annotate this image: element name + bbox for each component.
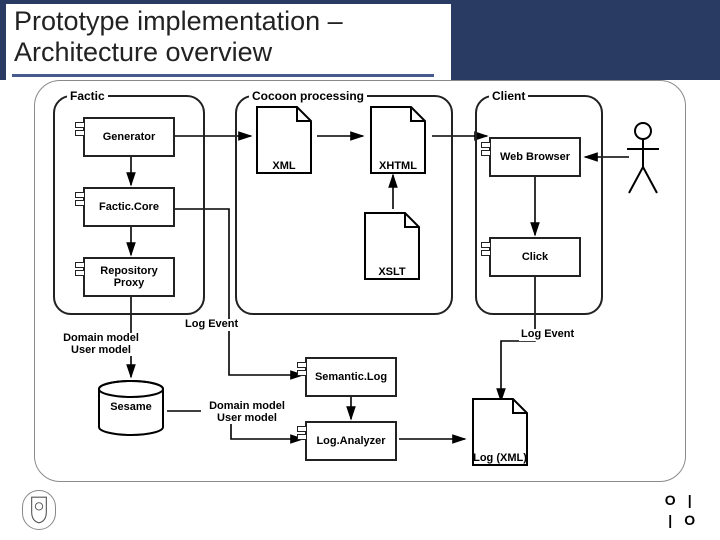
glyph-o2: O: [682, 512, 699, 529]
glyph-o1: O: [662, 492, 679, 509]
component-repoproxy-label: Repository Proxy: [87, 265, 171, 289]
component-webbrowser-label: Web Browser: [500, 151, 570, 163]
component-loganalyzer-label: Log.Analyzer: [316, 435, 385, 447]
glyph-bar2: |: [662, 512, 679, 529]
label-logevent-2: Log Event: [519, 329, 576, 341]
doc-xml: XML: [253, 105, 315, 177]
component-facticcore-label: Factic.Core: [99, 201, 159, 213]
component-facticcore: Factic.Core: [83, 187, 175, 227]
doc-xslt: XSLT: [361, 211, 423, 283]
frame-factic-label: Factic: [67, 89, 108, 103]
component-semanticlog: Semantic.Log: [305, 357, 397, 397]
crest-icon: [28, 495, 50, 525]
frame-client: Client: [475, 95, 603, 315]
slide-title: Prototype implementation – Architecture …: [14, 6, 443, 68]
doc-xml-label: XML: [253, 160, 315, 172]
title-underline: [12, 74, 434, 77]
component-generator: Generator: [83, 117, 175, 157]
frame-cocoon-label: Cocoon processing: [249, 89, 367, 103]
title-box: Prototype implementation – Architecture …: [6, 4, 451, 80]
component-webbrowser: Web Browser: [489, 137, 581, 177]
component-loganalyzer: Log.Analyzer: [305, 421, 397, 461]
doc-logxml: Log (XML): [469, 397, 531, 469]
frame-client-label: Client: [489, 89, 528, 103]
label-domainuser-2: Domain model User model: [201, 401, 293, 424]
doc-xhtml: XHTML: [367, 105, 429, 177]
component-repoproxy: Repository Proxy: [83, 257, 175, 297]
db-sesame: Sesame: [95, 379, 167, 435]
glyph-bar1: |: [682, 492, 699, 509]
actor-user: [623, 121, 663, 193]
component-generator-label: Generator: [103, 131, 156, 143]
label-logevent-1: Log Event: [183, 319, 240, 331]
doc-logxml-label: Log (XML): [469, 452, 531, 464]
db-sesame-label: Sesame: [95, 401, 167, 413]
doc-xhtml-label: XHTML: [367, 160, 429, 172]
component-semanticlog-label: Semantic.Log: [315, 371, 387, 383]
footer-logo-left: [22, 490, 56, 530]
doc-xslt-label: XSLT: [361, 266, 423, 278]
diagram-canvas: Factic Cocoon processing Client Generato…: [34, 80, 686, 482]
component-click-label: Click: [522, 251, 548, 263]
footer-logo-right: O | | O: [662, 492, 698, 528]
component-click: Click: [489, 237, 581, 277]
label-domainuser-1: Domain model User model: [55, 333, 147, 356]
